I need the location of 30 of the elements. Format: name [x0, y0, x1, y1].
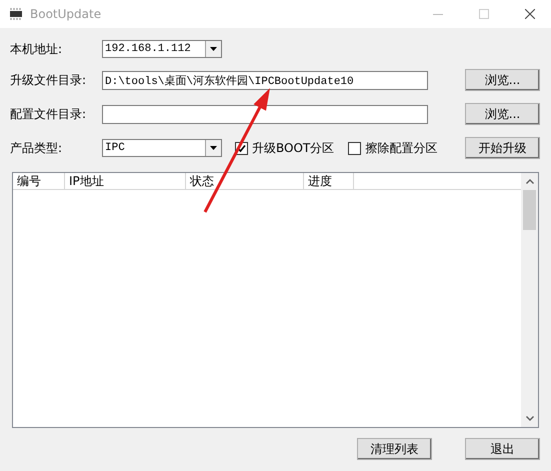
- field-label: 升级文件目录:: [10, 72, 88, 89]
- field-label: 配置文件目录:: [10, 106, 88, 123]
- chip-icon: [8, 8, 24, 20]
- browse-button[interactable]: 浏览...: [465, 103, 540, 125]
- checkbox-label[interactable]: 擦除配置分区: [365, 139, 438, 157]
- checkbox[interactable]: [348, 142, 362, 154]
- path-field[interactable]: [102, 104, 428, 124]
- column-header[interactable]: 状态: [186, 173, 304, 190]
- column-header[interactable]: 编号: [13, 173, 65, 190]
- clear-list-button[interactable]: 清理列表: [357, 438, 432, 460]
- browse-button[interactable]: 浏览...: [465, 69, 540, 91]
- field-label: 产品类型:: [10, 140, 64, 157]
- device-list[interactable]: 编号 IP地址 状态 进度: [12, 172, 539, 428]
- close-icon[interactable]: [525, 9, 535, 19]
- ip-dropdown[interactable]: 192.168.1.112: [102, 40, 222, 58]
- scroll-thumb[interactable]: [523, 190, 536, 230]
- chevron-up-icon[interactable]: [526, 179, 534, 184]
- product-dropdown[interactable]: IPC: [102, 139, 222, 157]
- chevron-down-icon[interactable]: [526, 416, 534, 421]
- start-upgrade-button[interactable]: 开始升级: [465, 137, 540, 159]
- column-header[interactable]: IP地址: [65, 173, 186, 190]
- path-field[interactable]: D:\tools\桌面\河东软件园\IPCBootUpdate10: [102, 70, 428, 90]
- caret-icon: [210, 47, 217, 51]
- window-title: BootUpdate: [30, 6, 102, 23]
- caret-icon: [210, 146, 217, 150]
- column-header[interactable]: 进度: [304, 173, 354, 190]
- field-label: 本机地址:: [10, 41, 64, 58]
- scrollbar[interactable]: [521, 173, 538, 427]
- exit-button[interactable]: 退出: [465, 438, 540, 460]
- checkbox-label[interactable]: 升级BOOT分区: [252, 139, 334, 157]
